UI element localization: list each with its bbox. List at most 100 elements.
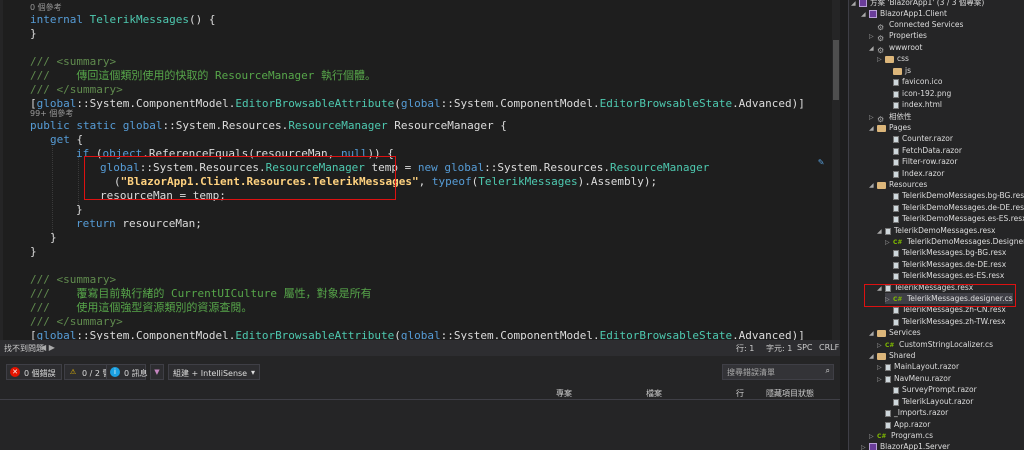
expanded-arrow-icon[interactable]: ◢ xyxy=(869,123,877,134)
tree-item-label: 方案 'BlazorApp1' (3 / 3 個專案) xyxy=(870,0,985,7)
tree-item[interactable]: Counter.razor xyxy=(885,133,953,144)
tree-item[interactable]: ◢ 方案 'BlazorApp1' (3 / 3 個專案) xyxy=(851,0,984,8)
tree-item[interactable]: icon-192.png xyxy=(885,88,951,99)
tree-item[interactable]: ▷ C# TelerikDemoMessages.Designer.cs xyxy=(885,236,1024,247)
issues-status[interactable]: 找不到問題 xyxy=(4,343,44,354)
tree-item[interactable]: ▷ C# Program.cs xyxy=(869,430,933,441)
error-list-search-input[interactable]: 搜尋錯誤清單 ⌕ xyxy=(722,364,834,380)
expanded-arrow-icon[interactable]: ◢ xyxy=(861,9,869,20)
tree-item[interactable]: js xyxy=(885,65,911,76)
warning-icon: ⚠ xyxy=(69,368,77,376)
nav-arrows[interactable]: ◀ ▶ xyxy=(40,343,55,352)
file-icon xyxy=(893,386,899,394)
tree-item[interactable]: TelerikLayout.razor xyxy=(885,396,973,407)
tree-item-label: CustomStringLocalizer.cs xyxy=(899,340,993,349)
collapsed-arrow-icon[interactable]: ▷ xyxy=(869,31,877,42)
tree-item[interactable]: App.razor xyxy=(877,419,930,430)
tree-item[interactable]: ◢ Services xyxy=(869,327,921,338)
code-line: /// </summary> xyxy=(30,83,123,97)
tree-item[interactable]: ▷ css xyxy=(877,53,909,64)
pen-icon[interactable]: ✎ xyxy=(818,157,824,168)
tree-item[interactable]: favicon.ico xyxy=(885,76,942,87)
code-token: ( xyxy=(394,329,401,340)
line-ending-indicator[interactable]: CRLF xyxy=(819,343,839,352)
expanded-arrow-icon[interactable]: ◢ xyxy=(851,0,859,9)
build-source-dropdown[interactable]: 組建 + IntelliSense ▾ xyxy=(168,364,260,380)
tree-item[interactable]: TelerikMessages.es-ES.resx xyxy=(885,270,1004,281)
error-list-panel: ✕ 0 個錯誤 ⚠ 0 / 2 警告 i 0 訊息 ▼ 組建 + Intelli… xyxy=(0,356,840,450)
tree-item-label: _Imports.razor xyxy=(894,408,949,417)
code-line: } xyxy=(50,231,57,245)
tree-item[interactable]: TelerikMessages.bg-BG.resx xyxy=(885,247,1006,258)
error-icon: ✕ xyxy=(10,367,20,377)
tree-item[interactable]: ◢ TelerikDemoMessages.resx xyxy=(877,225,995,236)
tree-item[interactable]: TelerikDemoMessages.bg-BG.resx xyxy=(885,190,1024,201)
scrollbar-thumb[interactable] xyxy=(833,40,839,100)
collapsed-arrow-icon[interactable]: ▷ xyxy=(877,54,885,65)
code-token: 傳回這個類別使用的快取的 ResourceManager 執行個體。 xyxy=(76,69,376,82)
tree-item[interactable]: TelerikDemoMessages.es-ES.resx xyxy=(885,213,1024,224)
expanded-arrow-icon[interactable]: ◢ xyxy=(869,328,877,339)
folder-icon xyxy=(877,181,886,189)
code-line: internal TelerikMessages() { xyxy=(30,13,215,27)
file-icon xyxy=(885,421,891,429)
folder-icon xyxy=(877,329,886,337)
tree-item[interactable]: SurveyPrompt.razor xyxy=(885,384,977,395)
expanded-arrow-icon[interactable]: ◢ xyxy=(869,43,877,54)
tree-item[interactable]: index.html xyxy=(885,99,942,110)
code-token: public static xyxy=(30,119,123,132)
filter-toggle-button[interactable]: ▼ xyxy=(150,364,164,380)
proj-icon xyxy=(859,0,867,7)
expanded-arrow-icon[interactable]: ◢ xyxy=(869,351,877,362)
tree-item[interactable]: ▷ ⚙ 相依性 xyxy=(869,111,912,124)
code-line: } xyxy=(76,203,83,217)
column-line[interactable]: 行 xyxy=(736,388,744,399)
tree-item[interactable]: Index.razor xyxy=(885,168,944,179)
code-token: ResourceManager xyxy=(610,161,710,174)
tree-item[interactable]: ◢ Shared xyxy=(869,350,915,361)
code-lens-reference-count[interactable]: 99+ 個參考 xyxy=(30,108,73,119)
tree-item[interactable]: TelerikMessages.de-DE.resx xyxy=(885,259,1006,270)
file-icon xyxy=(893,147,899,155)
column-project[interactable]: 專案 xyxy=(556,388,572,399)
tree-item[interactable]: ◢ Pages xyxy=(869,122,911,133)
code-token: </summary> xyxy=(56,83,123,96)
code-editor[interactable]: 0 個參考 internal TelerikMessages() {}/// <s… xyxy=(0,0,840,340)
tree-item[interactable]: _Imports.razor xyxy=(877,407,948,418)
collapsed-arrow-icon[interactable]: ▷ xyxy=(877,374,885,385)
code-lens-reference-count[interactable]: 0 個參考 xyxy=(30,2,62,13)
tree-item[interactable]: ⚙ Connected Services xyxy=(869,19,963,32)
collapsed-arrow-icon[interactable]: ▷ xyxy=(877,362,885,373)
tree-item[interactable]: ▷ BlazorApp1.Server xyxy=(861,441,950,450)
expanded-arrow-icon[interactable]: ◢ xyxy=(869,180,877,191)
messages-filter-button[interactable]: i 0 訊息 xyxy=(106,364,148,380)
collapsed-arrow-icon[interactable]: ▷ xyxy=(861,442,869,450)
tree-item[interactable]: TelerikDemoMessages.de-DE.resx xyxy=(885,202,1024,213)
tree-item-label: wwwroot xyxy=(889,43,923,52)
tree-item[interactable]: ▷ MainLayout.razor xyxy=(877,361,959,372)
indent-guide xyxy=(78,156,79,208)
file-icon xyxy=(893,398,899,406)
tree-item[interactable]: ◢ BlazorApp1.Client xyxy=(861,8,947,19)
errors-filter-button[interactable]: ✕ 0 個錯誤 xyxy=(6,364,62,380)
chevron-down-icon: ▾ xyxy=(251,368,256,377)
tree-item[interactable]: ▷ ⚙ Properties xyxy=(869,30,927,43)
expanded-arrow-icon[interactable]: ◢ xyxy=(877,226,885,237)
tree-item[interactable]: Filter-row.razor xyxy=(885,156,957,167)
tree-item[interactable]: ▷ C# CustomStringLocalizer.cs xyxy=(877,339,993,350)
tree-item[interactable]: ▷ NavMenu.razor xyxy=(877,373,951,384)
file-icon xyxy=(893,170,899,178)
tree-item[interactable]: ◢ ⚙ wwwroot xyxy=(869,42,923,55)
whitespace-indicator[interactable]: SPC xyxy=(797,343,813,352)
file-icon xyxy=(893,204,899,212)
column-file[interactable]: 檔案 xyxy=(646,388,662,399)
tree-item[interactable]: FetchData.razor xyxy=(885,145,962,156)
code-token: /// xyxy=(30,301,77,314)
tree-item[interactable]: TelerikMessages.zh-TW.resx xyxy=(885,316,1005,327)
vertical-scrollbar[interactable] xyxy=(832,0,840,340)
column-suppression-state[interactable]: 隱藏項目狀態 xyxy=(766,388,814,399)
solution-explorer: ◢ 方案 'BlazorApp1' (3 / 3 個專案) ◢ BlazorApp1.… xyxy=(848,0,1024,450)
gear-icon: ⚙ xyxy=(877,45,885,55)
tree-item[interactable]: ◢ Resources xyxy=(869,179,927,190)
code-token: global xyxy=(400,329,441,340)
